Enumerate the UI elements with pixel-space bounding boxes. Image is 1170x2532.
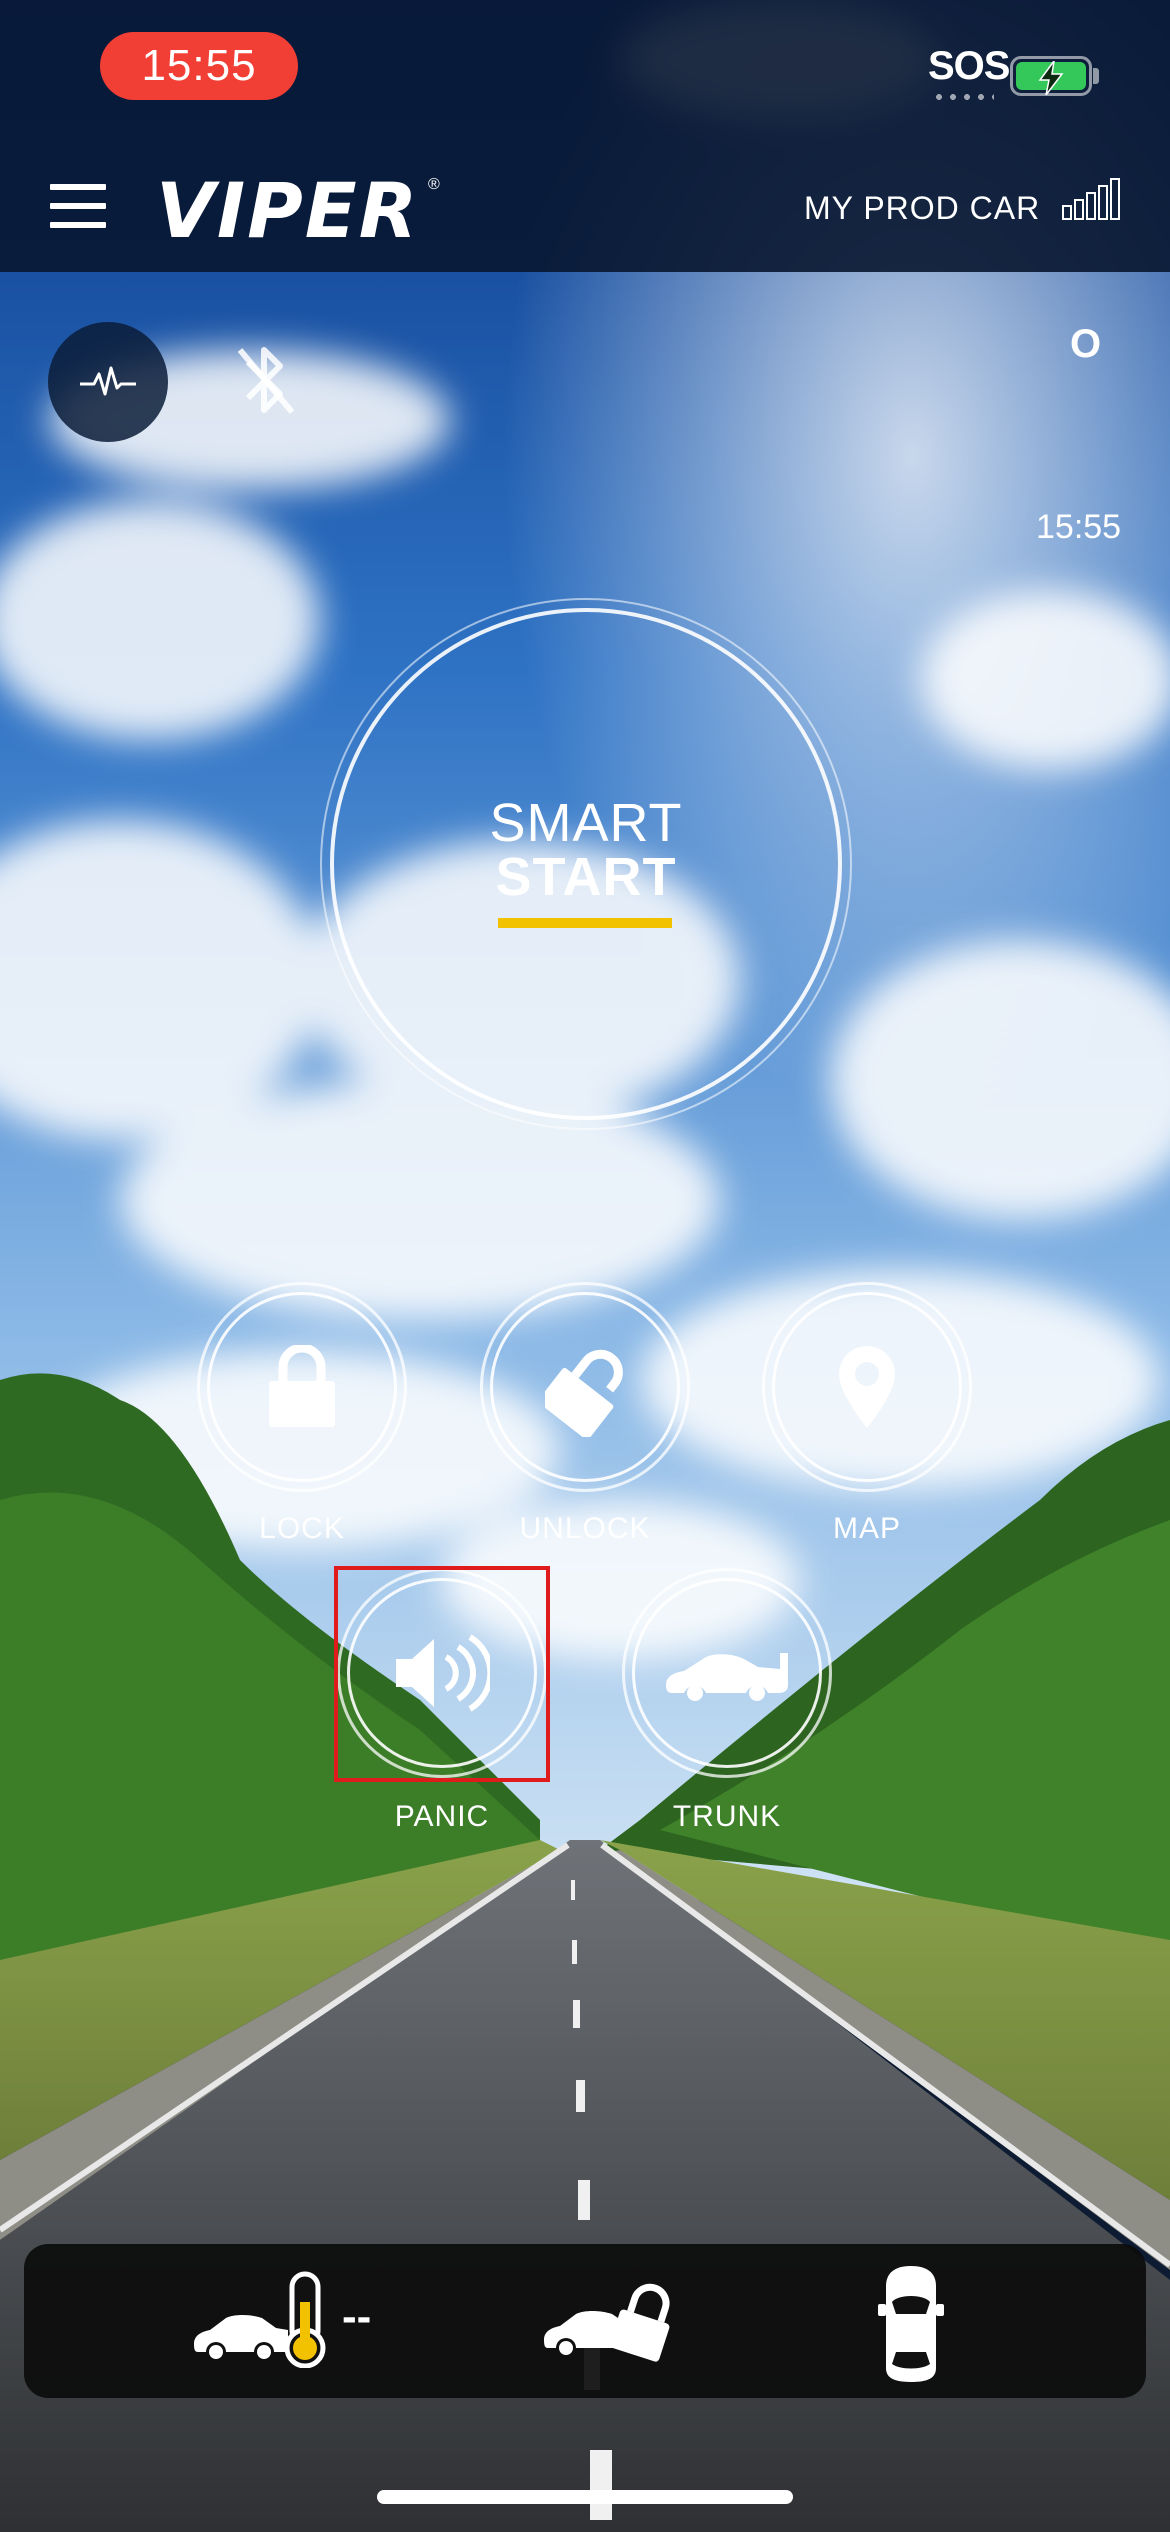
car-name[interactable]: MY PROD CAR	[804, 190, 1040, 227]
car-temperature-button[interactable]: --	[192, 2268, 402, 2378]
menu-icon[interactable]	[50, 184, 106, 228]
status-time-pill[interactable]: 15:55	[100, 32, 298, 100]
car-temperature-icon	[194, 2271, 326, 2368]
last-update-time: 15:55	[1036, 508, 1122, 546]
car-lock-icon	[544, 2283, 670, 2362]
app-header: VIPER ® MY PROD CAR	[0, 140, 1170, 272]
activity-icon	[80, 366, 136, 396]
smart-start-button[interactable]: SMART START	[320, 598, 852, 1130]
bluetooth-off-icon[interactable]	[230, 340, 300, 420]
car-lock-status-button[interactable]	[542, 2268, 702, 2378]
activity-button[interactable]	[48, 322, 168, 442]
connection-status-indicator: O	[1070, 322, 1102, 366]
signal-icon	[1062, 178, 1120, 220]
unlock-icon	[545, 1349, 623, 1437]
trunk-button[interactable]	[622, 1568, 832, 1778]
status-time: 15:55	[141, 41, 257, 90]
car-trunk-icon	[666, 1653, 788, 1701]
battery-nub	[1093, 68, 1099, 84]
unlock-label: UNLOCK	[519, 1512, 651, 1545]
battery-icon	[1010, 56, 1092, 96]
temperature-value: --	[342, 2292, 372, 2341]
map-button[interactable]	[762, 1282, 972, 1492]
status-bar: 15:55 SOS	[0, 0, 1170, 140]
unlock-button[interactable]	[480, 1282, 690, 1492]
home-indicator[interactable]	[377, 2490, 793, 2504]
car-top-view-icon	[878, 2266, 944, 2382]
smart-start-underline	[498, 918, 672, 928]
lock-icon	[269, 1345, 335, 1427]
panic-highlight-box	[334, 1566, 550, 1782]
smart-start-line2: START	[495, 847, 677, 907]
lock-button[interactable]	[197, 1282, 407, 1492]
map-pin-icon	[839, 1346, 895, 1428]
registered-mark-icon: ®	[428, 176, 440, 193]
trunk-label: TRUNK	[672, 1800, 782, 1833]
panic-label: PANIC	[394, 1800, 490, 1833]
car-top-view-button[interactable]	[876, 2266, 956, 2382]
background-scene	[0, 0, 1170, 2532]
bottom-status-bar: --	[24, 2244, 1146, 2398]
sos-indicator: SOS	[928, 44, 1010, 88]
sos-dots	[932, 94, 994, 100]
viper-logo: VIPER	[156, 166, 420, 255]
smart-start-line1: SMART	[489, 793, 683, 853]
lock-label: LOCK	[259, 1512, 345, 1545]
map-label: MAP	[832, 1512, 901, 1545]
